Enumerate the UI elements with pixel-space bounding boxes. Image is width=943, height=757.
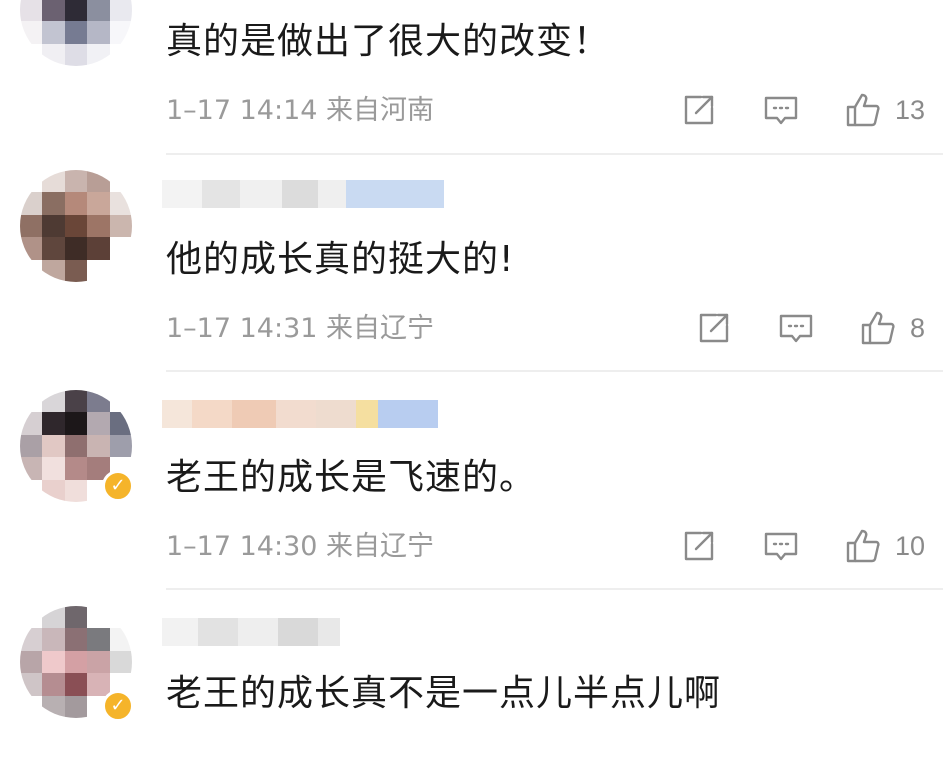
comment-text: 老王的成长是飞速的。 [166, 457, 537, 498]
username-blurred[interactable] [162, 618, 340, 646]
share-icon[interactable] [681, 528, 717, 564]
comment-text: 他的成长真的挺大的! [166, 239, 515, 280]
comment-meta: 1–17 14:31 来自辽宁 [166, 313, 435, 344]
username-blurred[interactable] [162, 180, 444, 208]
comment-actions: 8 [696, 310, 925, 346]
comment-actions: 10 [681, 528, 925, 564]
reply-icon[interactable] [763, 528, 799, 564]
comment-meta: 1–17 14:14 来自河南 [166, 95, 435, 126]
reply-icon[interactable] [778, 310, 814, 346]
share-icon[interactable] [696, 310, 732, 346]
avatar[interactable] [20, 0, 132, 66]
username-blurred[interactable] [162, 400, 438, 428]
comment-text: 老王的成长真不是一点儿半点儿啊 [166, 673, 722, 714]
like-button[interactable]: 8 [860, 310, 925, 346]
like-icon [860, 310, 896, 346]
comment-meta: 1–17 14:30 来自辽宁 [166, 531, 435, 562]
like-button[interactable]: 10 [845, 528, 925, 564]
comment-actions: 13 [681, 92, 925, 128]
like-icon [845, 528, 881, 564]
like-count: 8 [909, 312, 925, 343]
verified-badge-icon: ✓ [102, 470, 134, 502]
avatar[interactable] [20, 170, 132, 282]
like-count: 13 [894, 94, 925, 125]
verified-badge-icon: ✓ [102, 690, 134, 722]
like-count: 10 [894, 530, 925, 561]
divider [166, 588, 943, 590]
share-icon[interactable] [681, 92, 717, 128]
reply-icon[interactable] [763, 92, 799, 128]
divider [166, 370, 943, 372]
divider [166, 153, 943, 155]
like-button[interactable]: 13 [845, 92, 925, 128]
like-icon [845, 92, 881, 128]
comment-text: 真的是做出了很大的改变！ [166, 21, 611, 62]
